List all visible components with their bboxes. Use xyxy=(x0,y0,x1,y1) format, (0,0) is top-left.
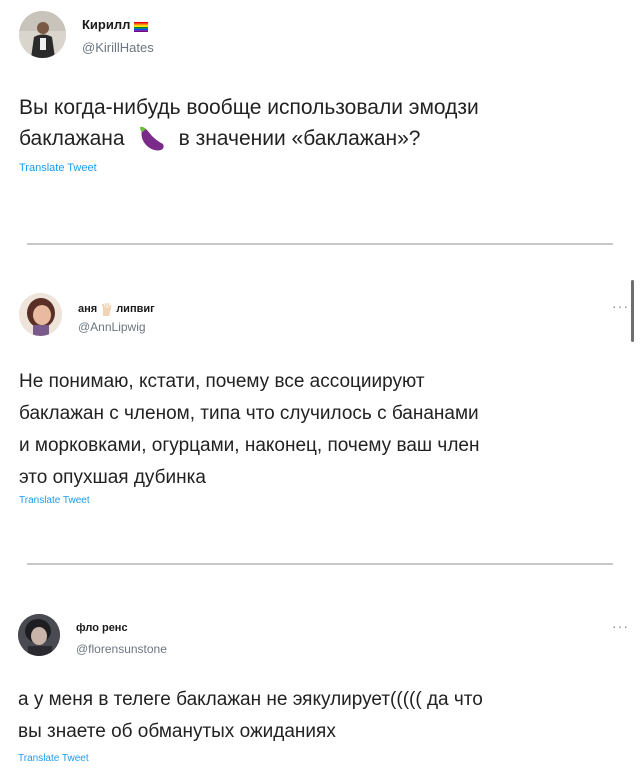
avatar[interactable] xyxy=(18,614,60,656)
tweet-text-fragment: баклажана xyxy=(19,127,125,150)
author-name-part[interactable]: липвиг xyxy=(116,303,155,315)
crescent-moon-icon xyxy=(132,623,140,634)
eggplant-emoji-icon xyxy=(137,124,167,154)
tweet-text-line: баклажана в значении «баклажан»? xyxy=(19,123,629,154)
translate-tweet-link[interactable]: Translate Tweet xyxy=(18,753,89,764)
tweet-1: Кирилл @KirillHates Вы когда-нибудь вооб… xyxy=(0,0,640,240)
avatar[interactable] xyxy=(19,11,66,58)
tweet-text-line: вы знаете об обманутых ожиданиях xyxy=(18,721,336,742)
author-name[interactable]: аня липвиг xyxy=(78,302,155,316)
avatar[interactable] xyxy=(19,293,62,336)
more-options-icon[interactable]: ··· xyxy=(612,298,629,314)
more-options-icon[interactable]: ··· xyxy=(612,618,629,634)
translate-tweet-link[interactable]: Translate Tweet xyxy=(19,162,97,174)
author-handle[interactable]: @florensunstone xyxy=(76,642,167,656)
author-handle[interactable]: @KirillHates xyxy=(82,40,154,55)
author-name-text[interactable]: Кирилл xyxy=(82,17,130,32)
author-name-text[interactable]: фло ренс xyxy=(76,622,128,634)
vulcan-salute-hand-icon xyxy=(101,302,112,316)
tweet-text: Не понимаю, кстати, почему все ассоцииру… xyxy=(19,366,629,494)
tweet-text-line: это опухшая дубинка xyxy=(19,467,206,488)
author-handle[interactable]: @AnnLipwig xyxy=(78,320,146,334)
tweet-text: Вы когда-нибудь вообще использовали эмод… xyxy=(19,92,629,154)
tweet-text: а у меня в телеге баклажан не эякулирует… xyxy=(18,684,630,748)
tweet-text-line: Вы когда-нибудь вообще использовали эмод… xyxy=(19,96,479,119)
author-name[interactable]: Кирилл xyxy=(82,17,149,32)
scrollbar[interactable] xyxy=(631,280,634,342)
author-name[interactable]: фло ренс xyxy=(76,622,140,634)
divider xyxy=(27,243,613,245)
tweet-text-line: и морковками, огурцами, наконец, почему … xyxy=(19,435,480,456)
tweet-2: аня липвиг @AnnLipwig ··· Не понимаю, кс… xyxy=(0,248,640,568)
divider xyxy=(27,563,613,565)
tweet-text-line: Не понимаю, кстати, почему все ассоцииру… xyxy=(19,371,425,392)
tweet-text-line: а у меня в телеге баклажан не эякулирует… xyxy=(18,689,483,710)
tweet-3: фло ренс @florensunstone ··· а у меня в … xyxy=(0,570,640,781)
tweet-text-fragment: в значении «баклажан»? xyxy=(178,127,421,150)
tweet-text-line: баклажан с членом, типа что случилось с … xyxy=(19,403,479,424)
rainbow-flag-icon xyxy=(134,20,149,32)
translate-tweet-link[interactable]: Translate Tweet xyxy=(19,495,90,506)
author-name-part[interactable]: аня xyxy=(78,303,97,315)
